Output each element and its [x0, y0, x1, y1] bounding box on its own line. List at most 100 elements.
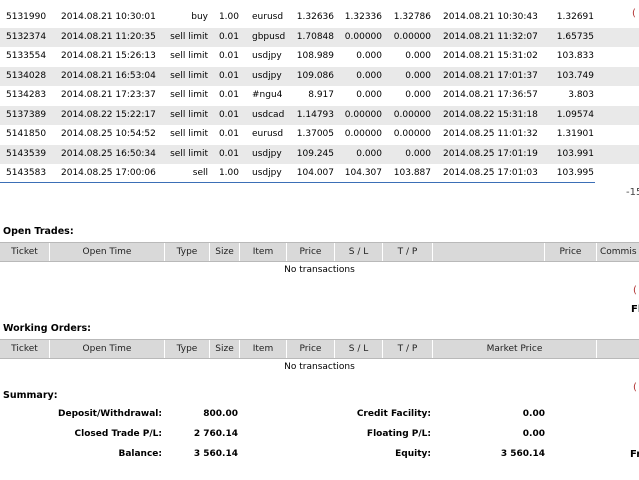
cell-type: sell limit — [170, 70, 208, 81]
col-type[interactable]: Type — [165, 243, 210, 261]
col-market-price[interactable]: Market Price — [433, 340, 597, 358]
summary-right-partial: Fr — [630, 449, 639, 460]
cell-open-time: 2014.08.21 15:26:13 — [61, 51, 156, 61]
open-trades-header: Ticket Open Time Type Size Item Price S … — [0, 242, 639, 262]
col-price2[interactable]: Price — [545, 243, 597, 261]
cell-price: 1.14793 — [296, 109, 334, 120]
cell-size: 0.01 — [218, 109, 239, 120]
cell-price: 1.70848 — [296, 31, 334, 42]
table-row[interactable]: 5131990 2014.08.21 10:30:01 buy 1.00 eurusd 1… — [0, 8, 639, 28]
cell-close-time: 2014.08.22 15:31:18 — [443, 109, 538, 120]
cell-close-time: 2014.08.21 17:01:37 — [443, 70, 538, 81]
cell-ticket: 5133554 — [6, 51, 47, 61]
equity-value: 3 560.14 — [500, 449, 545, 459]
working-orders-empty: No transactions — [284, 362, 355, 372]
table-row[interactable]: 5143539 2014.08.25 16:50:34 sell limit 0.01… — [0, 144, 639, 164]
table-row[interactable]: 5137389 2014.08.22 15:22:17 sell limit 0.01… — [0, 105, 639, 125]
cell-type: sell limit — [170, 129, 208, 139]
cell-price: 104.007 — [296, 168, 334, 178]
cell-sl: 0.00000 — [344, 129, 382, 139]
cell-item: usdcad — [252, 109, 285, 120]
col-ticket[interactable]: Ticket — [0, 243, 50, 261]
closed-pl-total-partial: -15 — [626, 187, 639, 198]
equity-label: Equity: — [395, 449, 431, 459]
cell-close-time: 2014.08.21 15:31:02 — [443, 51, 538, 61]
cell-price: 1.37005 — [296, 129, 334, 139]
cell-price: 109.245 — [296, 148, 334, 159]
cell-item: eurusd — [252, 129, 284, 139]
cell-close-time: 2014.08.21 11:32:07 — [443, 31, 538, 42]
working-orders-right-partial: ( — [633, 382, 637, 393]
col-sl[interactable]: S / L — [335, 340, 383, 358]
cell-sl: 0.00000 — [344, 31, 382, 42]
cell-close-price: 3.803 — [568, 90, 594, 100]
cell-close-price: 103.749 — [556, 70, 594, 81]
col-open-time[interactable]: Open Time — [50, 340, 165, 358]
cell-open-time: 2014.08.25 17:00:06 — [61, 168, 156, 178]
col-item[interactable]: Item — [240, 243, 287, 261]
cell-item: gbpusd — [252, 31, 286, 42]
table-row[interactable]: 5133554 2014.08.21 15:26:13 sell limit 0.01… — [0, 47, 639, 67]
cell-tp: 0.000 — [405, 90, 431, 100]
cell-sl: 0.000 — [356, 51, 382, 61]
deposit-value: 800.00 — [203, 409, 238, 419]
col-price[interactable]: Price — [287, 340, 335, 358]
balance-label: Balance: — [118, 449, 162, 459]
cell-close-price: 103.833 — [556, 51, 594, 61]
cell-close-time: 2014.08.25 11:01:32 — [443, 129, 538, 139]
cell-sl: 1.32336 — [344, 12, 382, 22]
closed-pl-label: Closed Trade P/L: — [74, 429, 162, 439]
cell-item: usdjpy — [252, 148, 282, 159]
cell-type: sell limit — [170, 51, 208, 61]
col-sl[interactable]: S / L — [335, 243, 383, 261]
cell-tp: 0.000 — [405, 70, 431, 81]
col-blank — [433, 243, 545, 261]
cell-open-time: 2014.08.22 15:22:17 — [61, 109, 156, 120]
cell-close-time: 2014.08.21 17:36:57 — [443, 90, 538, 100]
cell-size: 0.01 — [218, 90, 239, 100]
cell-close-time: 2014.08.25 17:01:19 — [443, 148, 538, 159]
summary-title: Summary: — [3, 390, 58, 401]
col-size[interactable]: Size — [210, 340, 240, 358]
cell-ticket: 5134283 — [6, 90, 47, 100]
cell-size: 0.01 — [218, 51, 239, 61]
cell-price: 1.32636 — [296, 12, 334, 22]
totals-divider — [0, 182, 595, 183]
col-type[interactable]: Type — [165, 340, 210, 358]
table-row[interactable]: 5141850 2014.08.25 10:54:52 sell limit 0.01… — [0, 125, 639, 145]
cell-price: 8.917 — [308, 90, 334, 100]
col-tp[interactable]: T / P — [383, 243, 433, 261]
col-open-time[interactable]: Open Time — [50, 243, 165, 261]
table-row[interactable]: 5134283 2014.08.21 17:23:37 sell limit 0.01… — [0, 86, 639, 106]
cell-sl: 0.000 — [356, 148, 382, 159]
credit-label: Credit Facility: — [356, 409, 431, 419]
cell-close-price: 103.995 — [556, 168, 594, 178]
cell-size: 1.00 — [218, 12, 239, 22]
row-edge-glyph: ( — [632, 8, 636, 19]
floating-value: 0.00 — [522, 429, 545, 439]
table-row[interactable]: 5132374 2014.08.21 11:20:35 sell limit 0.01… — [0, 27, 639, 47]
cell-open-time: 2014.08.21 17:23:37 — [61, 90, 156, 100]
open-trades-empty: No transactions — [284, 265, 355, 275]
col-item[interactable]: Item — [240, 340, 287, 358]
cell-sl: 0.000 — [356, 90, 382, 100]
open-trades-right-partial2: Fl — [631, 304, 639, 315]
table-row[interactable]: 5134028 2014.08.21 16:53:04 sell limit 0.01… — [0, 66, 639, 86]
col-size[interactable]: Size — [210, 243, 240, 261]
cell-open-time: 2014.08.25 16:50:34 — [61, 148, 156, 159]
cell-item: usdjpy — [252, 168, 282, 178]
col-tp[interactable]: T / P — [383, 340, 433, 358]
cell-type: sell limit — [170, 148, 208, 159]
cell-type: sell limit — [170, 90, 208, 100]
col-commission[interactable]: Commis — [597, 243, 639, 261]
closed-pl-value: 2 760.14 — [193, 429, 238, 439]
cell-close-time: 2014.08.21 10:30:43 — [443, 12, 538, 22]
col-price[interactable]: Price — [287, 243, 335, 261]
table-row[interactable]: 5143583 2014.08.25 17:00:06 sell 1.00 usdjpy… — [0, 164, 639, 184]
cell-open-time: 2014.08.25 10:54:52 — [61, 129, 156, 139]
floating-label: Floating P/L: — [366, 429, 431, 439]
col-ticket[interactable]: Ticket — [0, 340, 50, 358]
cell-ticket: 5132374 — [6, 31, 47, 42]
cell-ticket: 5143583 — [6, 168, 47, 178]
working-orders-title: Working Orders: — [3, 323, 91, 334]
